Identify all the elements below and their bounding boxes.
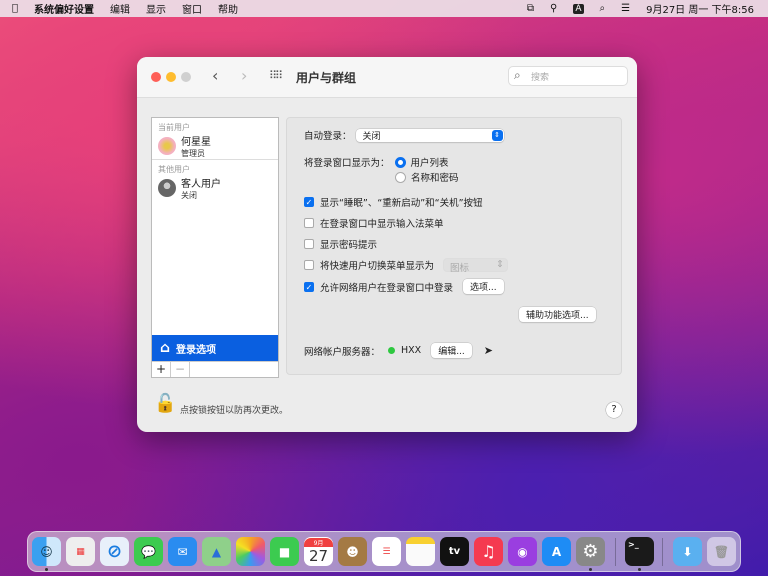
minimize-button[interactable]: [166, 72, 176, 82]
display-as-label: 将登录窗口显示为：: [304, 158, 390, 169]
login-options-label: 登录选项: [176, 344, 217, 356]
cursor-icon: ➤: [483, 344, 493, 357]
auto-login-value: 关闭: [362, 131, 381, 142]
checkbox-label: 允许网络用户在登录窗口中登录: [320, 282, 454, 294]
user-role: 管理员: [181, 149, 205, 158]
checkbox-sleep-restart-shutdown[interactable]: ✓: [304, 197, 314, 207]
user-name: 客人用户: [181, 179, 221, 190]
dock-safari-icon[interactable]: ⊘: [100, 537, 129, 566]
dock-trash-icon[interactable]: 🗑: [707, 537, 736, 566]
other-users-header: 其他用户: [158, 165, 190, 174]
checkbox-label: 显示“睡眠”、“重新启动”和“关机”按钮: [320, 198, 483, 209]
checkbox-fast-user-switch[interactable]: [304, 260, 314, 270]
login-options-item[interactable]: ⌂ 登录选项: [152, 335, 278, 361]
dock-messages-icon[interactable]: 💬: [134, 537, 163, 566]
wifi-icon[interactable]: ⚲: [550, 3, 557, 14]
menu-view[interactable]: 显示: [146, 1, 166, 16]
users-groups-window: ‹ › ⠿⠿ 用户与群组 ⌕ 搜索 当前用户 何星星 管理员 其他用户 客人用户关…: [137, 57, 637, 432]
dock-tv-icon[interactable]: tv: [440, 537, 469, 566]
user-item-current[interactable]: 何星星 管理员: [152, 133, 278, 159]
dock-terminal-icon[interactable]: >_: [625, 537, 654, 566]
menu-edit[interactable]: 编辑: [110, 1, 130, 16]
login-options-panel: 自动登录： 关闭 ⇕ 将登录窗口显示为： 用户列表 名称和密码 ✓ 显示“睡眠”、…: [286, 117, 622, 375]
dock-downloads-folder-icon[interactable]: ⬇: [673, 537, 702, 566]
search-placeholder: 搜索: [531, 73, 550, 83]
show-all-grid-icon[interactable]: ⠿⠿: [269, 69, 283, 82]
options-button[interactable]: 选项...: [463, 279, 504, 294]
status-dot-icon: [388, 347, 396, 354]
control-center-icon[interactable]: ☰: [621, 3, 630, 14]
menu-app[interactable]: 系统偏好设置: [34, 1, 94, 16]
tv-label: tv: [448, 546, 461, 557]
house-icon: ⌂: [160, 340, 171, 356]
screen-mirror-icon[interactable]: ⧉: [527, 3, 534, 14]
dock-podcasts-icon[interactable]: ◉: [508, 537, 537, 566]
radio-user-list[interactable]: [394, 156, 406, 168]
dock: ☺ ▦ ⊘ 💬 ✉ ▲ ■ 9月 27 ☻ ☰ tv ♫ ◉ A ⚙ >_ ⬇ …: [27, 531, 741, 572]
dock-photos-icon[interactable]: [236, 537, 265, 566]
menu-window[interactable]: 窗口: [182, 1, 202, 16]
search-icon: ⌕: [514, 68, 521, 82]
dock-contacts-icon[interactable]: ☻: [338, 537, 367, 566]
auto-login-label: 自动登录：: [304, 131, 352, 142]
guest-avatar-icon: [158, 179, 176, 197]
network-server-label: 网络帐户服务器：: [304, 346, 381, 358]
checkbox-label: 显示密码提示: [320, 240, 378, 251]
menu-help[interactable]: 帮助: [218, 1, 238, 16]
input-source-icon[interactable]: A: [573, 3, 584, 14]
chevron-updown-icon: ⇕: [491, 129, 503, 141]
menu-bar:  系统偏好设置 编辑 显示 窗口 帮助 ⧉ ⚲ A ⌕ ☰ 9月27日 周一 …: [0, 0, 768, 17]
edit-button[interactable]: 编辑...: [431, 343, 472, 358]
dock-system-preferences-icon[interactable]: ⚙: [576, 537, 605, 566]
fast-switch-select: 图标 ⇕: [443, 258, 509, 274]
dock-facetime-icon[interactable]: ■: [270, 537, 299, 566]
add-user-button[interactable]: +: [152, 362, 171, 377]
user-role: 关闭: [181, 191, 197, 200]
checkbox-password-hints[interactable]: [304, 239, 314, 249]
avatar: [158, 137, 176, 155]
checkbox-label: 在登录窗口中显示输入法菜单: [320, 219, 444, 230]
current-users-header: 当前用户: [158, 123, 190, 132]
zoom-button[interactable]: [181, 72, 191, 82]
checkbox-network-users[interactable]: ✓: [304, 281, 314, 292]
dock-reminders-icon[interactable]: ☰: [372, 537, 401, 566]
clock[interactable]: 9月27日 周一 下午8:56: [646, 1, 754, 16]
spotlight-icon[interactable]: ⌕: [600, 3, 606, 14]
window-title: 用户与群组: [296, 71, 357, 85]
apple-menu-icon[interactable]: : [12, 3, 18, 14]
chevron-updown-icon: ⇕: [496, 259, 505, 270]
dock-calendar-icon[interactable]: 9月 27: [304, 537, 333, 566]
add-remove-bar: + −: [152, 361, 278, 377]
dock-app-store-icon[interactable]: A: [542, 537, 571, 566]
title-bar: ‹ › ⠿⠿ 用户与群组 ⌕ 搜索: [137, 57, 637, 98]
dock-launchpad-icon[interactable]: ▦: [66, 537, 95, 566]
dock-finder-icon[interactable]: ☺: [32, 537, 61, 566]
auto-login-select[interactable]: 关闭 ⇕: [355, 128, 504, 142]
accessibility-options-button[interactable]: 辅助功能选项...: [519, 307, 596, 322]
remove-user-button[interactable]: −: [171, 362, 190, 377]
calendar-day: 27: [308, 547, 329, 565]
forward-icon[interactable]: ›: [241, 66, 247, 85]
search-field[interactable]: ⌕ 搜索: [508, 66, 628, 86]
back-icon[interactable]: ‹: [212, 66, 218, 85]
checkbox-label: 将快速用户切换菜单显示为: [320, 261, 435, 272]
dock-notes-icon[interactable]: [406, 537, 435, 566]
dock-music-icon[interactable]: ♫: [474, 537, 503, 566]
user-item-guest[interactable]: 客人用户 关闭: [152, 175, 278, 201]
fast-switch-value: 图标: [450, 263, 470, 274]
lock-icon[interactable]: 🔓: [154, 393, 176, 414]
user-name: 何星星: [181, 137, 211, 148]
calendar-month: 9月: [304, 538, 333, 547]
dock-maps-icon[interactable]: ▲: [202, 537, 231, 566]
radio-name-password[interactable]: [395, 171, 406, 183]
user-list: 当前用户 何星星 管理员 其他用户 客人用户 关闭 ⌂ 登录选项 + −: [151, 117, 279, 378]
lock-text: 点按锁按钮以防再次更改。: [180, 406, 289, 416]
network-server-name: HXX: [401, 345, 422, 356]
close-button[interactable]: [151, 72, 161, 82]
dock-mail-icon[interactable]: ✉: [168, 537, 197, 566]
radio-name-password-label: 名称和密码: [411, 173, 459, 184]
radio-user-list-label: 用户列表: [410, 158, 449, 169]
help-button[interactable]: ?: [606, 402, 622, 418]
checkbox-input-menu[interactable]: [304, 218, 314, 228]
